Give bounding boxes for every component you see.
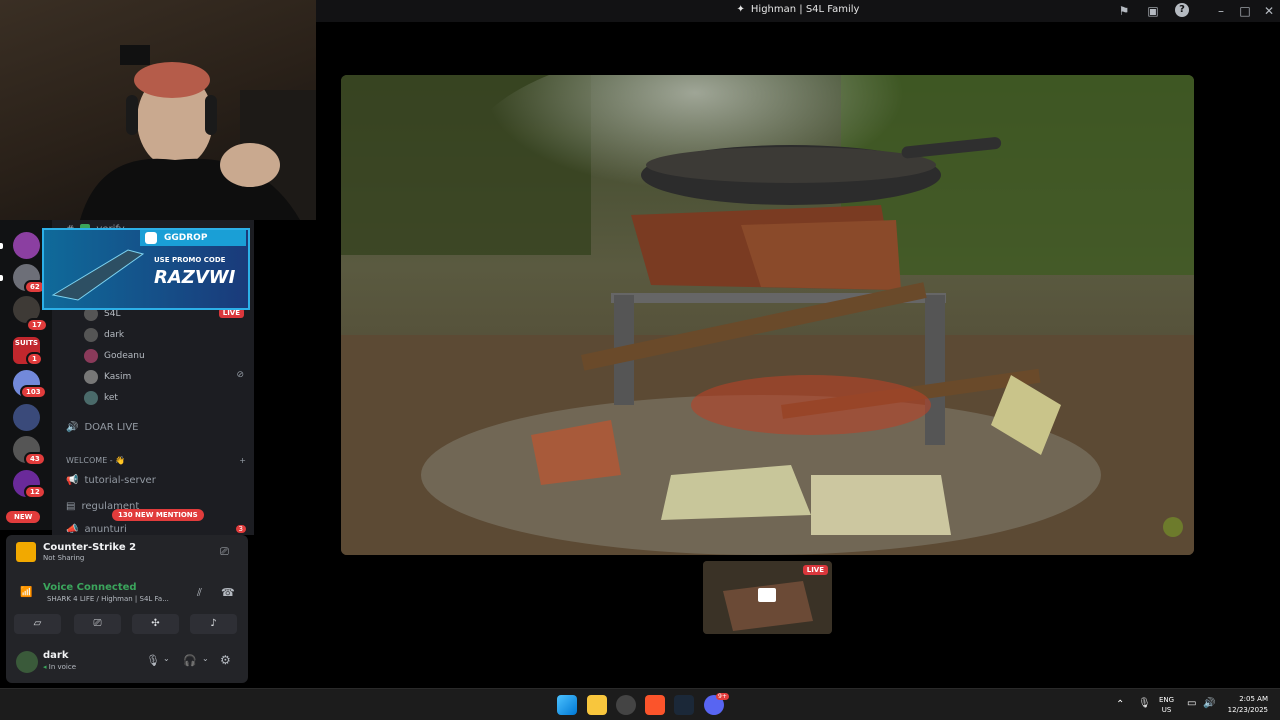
announcement-icon: 📢 — [66, 474, 79, 486]
avatar — [84, 391, 98, 405]
close-button[interactable]: ✕ — [1261, 3, 1277, 19]
maximize-button[interactable]: □ — [1237, 3, 1253, 19]
voice-member[interactable]: dark — [84, 326, 124, 344]
activity-game: Counter-Strike 2 — [43, 542, 137, 553]
channel-tutorial-server[interactable]: 📢 tutorial-server — [66, 471, 156, 489]
speaker-icon: 🔊 — [66, 421, 79, 433]
live-badge: LIVE — [802, 565, 828, 575]
obs-icon[interactable] — [616, 695, 636, 715]
unread-indicator — [0, 243, 3, 249]
user-name[interactable]: dark — [43, 650, 69, 661]
announcement-icon: 📣 — [66, 523, 79, 535]
flag-icon[interactable]: ⚑ — [1116, 3, 1132, 19]
volume-icon[interactable]: 🔊 — [1203, 698, 1215, 709]
network-icon[interactable]: ▭ — [1187, 698, 1196, 709]
screen-share-icon: ⎚ — [93, 618, 102, 629]
voice-channel-path[interactable]: SHARK 4 LIFE / Highman | S4L Fa... — [47, 595, 169, 603]
new-unreads-pill[interactable]: NEW — [6, 511, 41, 523]
window-title: ✦ Highman | S4L Family — [736, 4, 860, 15]
activities-icon: ✣ — [151, 618, 160, 629]
promo-line: USE PROMO CODE — [154, 256, 226, 264]
counter-strike-icon[interactable] — [674, 695, 694, 715]
settings-gear-icon[interactable]: ⚙ — [220, 653, 231, 667]
disconnect-icon[interactable]: ☎ — [221, 586, 235, 599]
user-avatar[interactable] — [16, 651, 38, 673]
server-icon[interactable] — [13, 232, 40, 259]
camera-toggle-button[interactable]: ▱ — [14, 614, 61, 634]
mention-badge: 103 — [20, 385, 47, 399]
soundboard-button[interactable]: ♪ — [190, 614, 237, 634]
soundboard-icon: ♪ — [210, 618, 217, 629]
chevron-down-icon[interactable]: ⌄ — [163, 654, 170, 663]
promo-overlay: GGDROP USE PROMO CODE RAZVWI — [42, 228, 250, 310]
stream-thumbnail[interactable]: LIVE — [703, 561, 832, 634]
voice-signal-icon: 📶 — [20, 587, 33, 598]
stream-video[interactable] — [341, 75, 1194, 555]
add-channel-icon[interactable]: + — [239, 456, 246, 465]
unread-indicator — [0, 275, 3, 281]
chevron-down-icon[interactable]: ⌄ — [202, 654, 209, 663]
avatar — [84, 349, 98, 363]
category-welcome[interactable]: WELCOME - 👋 + — [66, 451, 246, 469]
server-icon[interactable] — [13, 404, 40, 431]
microphone-icon[interactable]: 🎙 — [146, 654, 160, 667]
voice-member[interactable]: Godeanu — [84, 347, 145, 365]
activity-status: Not Sharing — [43, 554, 85, 562]
channel-anunturi[interactable]: 📣 anunturi 3 — [66, 520, 246, 535]
avatar — [84, 370, 98, 384]
help-icon[interactable]: ? — [1175, 3, 1189, 17]
knife-graphic — [51, 249, 145, 301]
screen-share-button[interactable]: ⎚ — [74, 614, 121, 634]
mention-badge: 17 — [26, 318, 48, 332]
cs2-game-icon — [16, 542, 36, 562]
stream-frame-image — [341, 75, 1194, 555]
chevron-up-icon[interactable]: ⌃ — [1116, 699, 1124, 710]
user-status: ◂ In voice — [43, 663, 77, 671]
noise-suppression-icon[interactable]: ⫽ — [197, 586, 202, 600]
promo-code: RAZVWI — [154, 267, 236, 288]
brave-browser-icon[interactable] — [645, 695, 665, 715]
headphones-icon[interactable]: 🎧 — [183, 654, 197, 667]
mention-badge: 12 — [24, 485, 46, 499]
screen-share-icon — [758, 588, 776, 602]
title-bar: ✦ Highman | S4L Family ⚑ ▣ ? – □ ✕ — [316, 0, 1280, 22]
voice-status[interactable]: Voice Connected — [43, 582, 137, 593]
server-logo-icon: ✦ — [736, 4, 745, 15]
webcam-overlay — [0, 0, 316, 220]
channel-doar-live[interactable]: 🔊 DOAR LIVE — [66, 418, 139, 436]
windows-start-icon[interactable] — [557, 695, 577, 715]
avatar — [84, 328, 98, 342]
rules-icon: ▤ — [66, 500, 76, 512]
voice-member[interactable]: Kasim ⊘ — [84, 368, 244, 386]
mention-badge: 43 — [24, 452, 46, 466]
voice-member[interactable]: ket — [84, 389, 118, 407]
webcam-image — [80, 45, 316, 220]
minimize-button[interactable]: – — [1213, 3, 1229, 19]
mention-badge: 3 — [235, 525, 246, 533]
new-mentions-pill[interactable]: 130 NEW MENTIONS — [112, 509, 204, 521]
taskbar: 9+ ⌃ 🎙 ENG US ▭ 🔊 2:05 AM 12/23/2025 — [0, 688, 1280, 720]
share-screen-icon[interactable]: ⎚ — [220, 545, 229, 559]
discord-badge: 9+ — [716, 693, 729, 700]
clock[interactable]: 2:05 AM 12/23/2025 — [1222, 694, 1268, 716]
mention-badge: 1 — [26, 352, 43, 366]
muted-icon: ⊘ — [236, 370, 244, 380]
language-indicator[interactable]: ENG US — [1159, 695, 1174, 715]
user-panel: Counter-Strike 2 Not Sharing ⎚ 📶 Voice C… — [6, 535, 248, 683]
file-explorer-icon[interactable] — [587, 695, 607, 715]
camera-off-icon: ▱ — [33, 618, 42, 629]
voice-indicator-icon: ◂ — [43, 663, 47, 671]
microphone-icon[interactable]: 🎙 — [1138, 698, 1151, 709]
inbox-icon[interactable]: ▣ — [1145, 3, 1161, 19]
activities-button[interactable]: ✣ — [132, 614, 179, 634]
